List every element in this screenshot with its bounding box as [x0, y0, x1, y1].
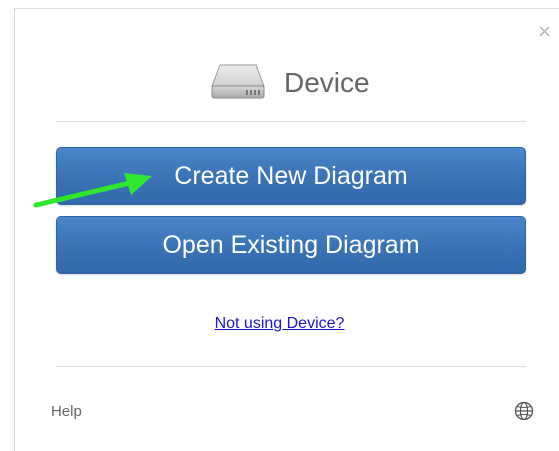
help-link[interactable]: Help	[51, 403, 82, 420]
dialog-header: Device	[0, 58, 559, 108]
close-icon[interactable]: ×	[537, 23, 552, 41]
dialog-title: Device	[284, 67, 370, 98]
open-existing-diagram-button[interactable]: Open Existing Diagram	[56, 216, 526, 274]
not-using-device-link[interactable]: Not using Device?	[215, 315, 345, 332]
header-divider	[56, 121, 526, 122]
hard-drive-icon	[211, 64, 265, 99]
globe-icon[interactable]	[514, 401, 534, 421]
create-new-diagram-button[interactable]: Create New Diagram	[56, 147, 526, 205]
footer-divider	[56, 366, 526, 367]
not-using-device-container: Not using Device?	[0, 315, 559, 333]
